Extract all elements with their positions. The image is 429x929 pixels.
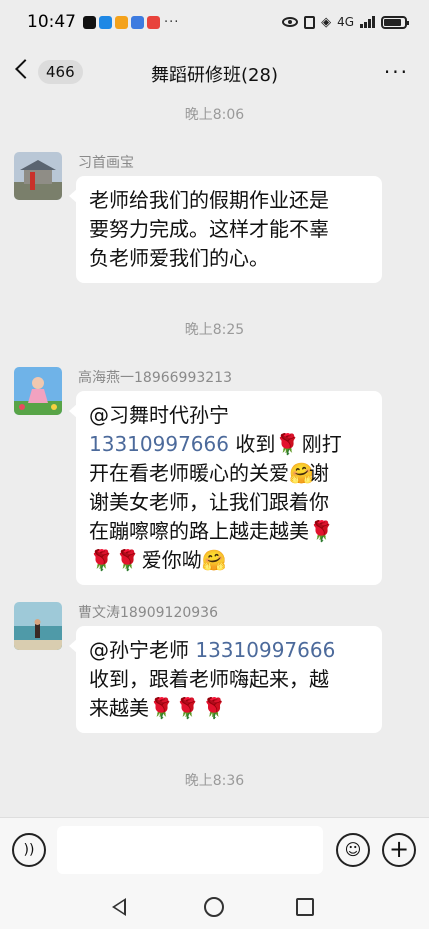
network-type: 4G	[337, 15, 354, 29]
rose-icon: 🌹	[175, 696, 201, 720]
phone-link[interactable]: 13310997666	[89, 432, 229, 456]
rose-icon: 🌹	[115, 548, 141, 572]
app-icon	[131, 15, 144, 29]
input-bar: )) ☺ +	[0, 817, 429, 929]
more-options-icon[interactable]: ···	[384, 60, 409, 84]
rose-icon: 🌹	[275, 432, 301, 456]
chat-header: 466 舞蹈研修班(28) ···	[0, 44, 429, 102]
tiktok-icon	[83, 15, 96, 29]
status-time: 10:47	[27, 12, 76, 32]
nav-back-icon[interactable]	[112, 898, 126, 916]
rose-icon: 🌹	[89, 548, 114, 572]
sender-name: 习首画宝	[78, 155, 134, 171]
signal-icon	[360, 16, 375, 28]
avatar[interactable]	[14, 367, 62, 415]
message-bubble[interactable]: @孙宁老师 13310997666 收到，跟着老师嗨起来，越 来越美🌹 🌹 🌹	[69, 626, 382, 733]
message-bubble[interactable]: @习舞时代孙宁 13310997666 收到🌹 刚打 开在看老师暖心的关爱🤗谢 …	[69, 391, 382, 585]
rose-icon: 🌹	[201, 696, 227, 720]
message-input[interactable]	[57, 826, 323, 874]
rose-icon: 🌹	[149, 696, 174, 720]
vibrate-icon	[304, 15, 316, 29]
nav-recents-icon[interactable]	[296, 898, 314, 916]
app-icon	[99, 15, 112, 29]
app-icon	[115, 15, 128, 29]
emoji-icon[interactable]: ☺	[336, 833, 370, 867]
voice-input-icon[interactable]: ))	[12, 833, 46, 867]
chat-title: 舞蹈研修班(28)	[151, 65, 278, 86]
avatar[interactable]	[14, 602, 62, 650]
timestamp: 晚上8:25	[184, 322, 245, 338]
sender-name: 曹文涛18909120936	[78, 605, 218, 621]
battery-icon	[381, 15, 409, 29]
timestamp: 晚上8:36	[184, 773, 245, 789]
nav-home-icon[interactable]	[204, 897, 224, 917]
timestamp: 晚上8:06	[184, 107, 245, 123]
notification-icons	[83, 15, 160, 29]
hug-icon: 🤗	[289, 461, 314, 485]
hug-icon: 🤗	[201, 548, 227, 572]
message-bubble[interactable]: 老师给我们的假期作业还是 要努力完成。这样才能不辜 负老师爱我们的心。	[69, 176, 382, 283]
sender-name: 高海燕一18966993213	[78, 370, 232, 386]
rose-icon: 🌹	[309, 519, 334, 543]
phone-link[interactable]: 13310997666	[195, 638, 335, 662]
status-bar: 10:47 ··· ◈ 4G	[0, 0, 429, 44]
eye-comfort-icon	[282, 17, 299, 27]
wifi-icon: ◈	[321, 14, 332, 30]
more-notifications-icon: ···	[164, 14, 180, 30]
avatar[interactable]	[14, 152, 62, 200]
app-icon	[147, 15, 160, 29]
plus-icon[interactable]: +	[382, 833, 416, 867]
